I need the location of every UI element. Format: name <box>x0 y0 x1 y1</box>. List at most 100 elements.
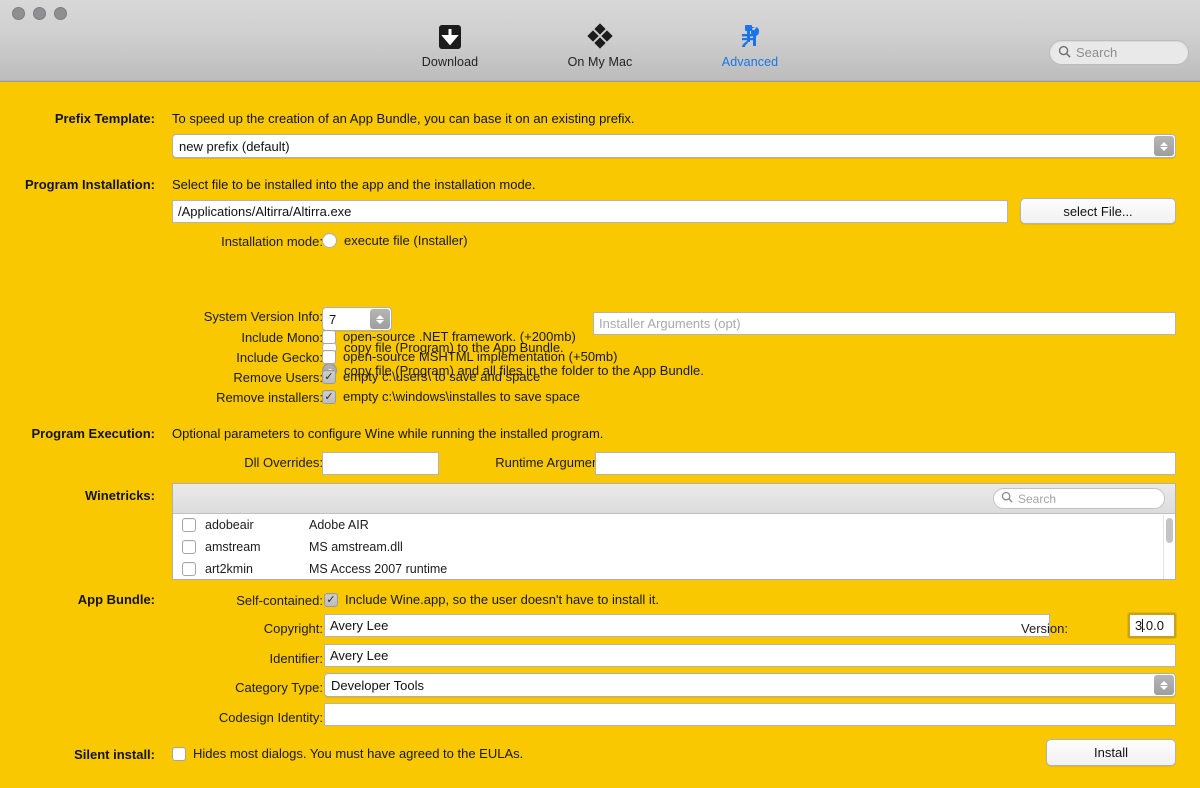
version-input[interactable]: 3.0.0 <box>1128 613 1176 638</box>
winetrick-description: MS amstream.dll <box>309 540 403 554</box>
copyright-label: Copyright: <box>40 621 323 636</box>
search-icon <box>1001 491 1013 506</box>
silent-install-row[interactable]: Hides most dialogs. You must have agreed… <box>172 746 523 761</box>
include-mono-text: open-source .NET framework. (+200mb) <box>343 329 576 344</box>
toolbar: Download On My Mac <box>0 22 1200 69</box>
prefix-template-label: Prefix Template: <box>0 111 155 126</box>
checkbox-include-mono[interactable] <box>322 330 336 344</box>
minimize-button[interactable] <box>33 7 46 20</box>
category-type-label: Category Type: <box>40 680 323 695</box>
category-type-select[interactable]: Developer Tools <box>324 673 1176 697</box>
zoom-button[interactable] <box>54 7 67 20</box>
close-button[interactable] <box>12 7 25 20</box>
include-gecko-label: Include Gecko: <box>40 350 323 365</box>
winetricks-list[interactable]: adobeair Adobe AIR amstream MS amstream.… <box>173 514 1175 580</box>
include-mono-row[interactable]: open-source .NET framework. (+200mb) <box>322 329 576 344</box>
remove-installers-row[interactable]: empty c:\windows\installes to save space <box>322 389 580 404</box>
self-contained-label: Self-contained: <box>40 593 323 608</box>
download-icon <box>436 22 464 52</box>
winetricks-label: Winetricks: <box>0 488 155 503</box>
prefix-template-stepper[interactable] <box>1154 136 1174 156</box>
wrench-screwdriver-icon <box>736 22 764 52</box>
remove-users-text: empty c:\users\ to save and space <box>343 369 540 384</box>
checkbox-remove-users[interactable] <box>322 370 336 384</box>
installation-mode-option-execute[interactable]: execute file (Installer) <box>322 233 468 248</box>
checkbox-include-gecko[interactable] <box>322 350 336 364</box>
system-version-info-label: System Version Info: <box>40 309 323 324</box>
silent-install-label: Silent install: <box>0 747 155 762</box>
winetricks-panel: Search adobeair Adobe AIR amstream MS am… <box>172 483 1176 580</box>
system-version-select[interactable]: 7 <box>322 307 392 331</box>
identifier-input[interactable]: Avery Lee <box>324 644 1176 667</box>
identifier-label: Identifier: <box>40 651 323 666</box>
remove-users-label: Remove Users: <box>40 370 323 385</box>
remove-installers-label: Remove installers: <box>40 390 323 405</box>
winetrick-description: MS Access 2007 runtime <box>309 562 447 576</box>
remove-users-row[interactable]: empty c:\users\ to save and space <box>322 369 540 384</box>
program-installation-label: Program Installation: <box>0 177 155 192</box>
codesign-identity-label: Codesign Identity: <box>40 710 323 725</box>
self-contained-row[interactable]: Include Wine.app, so the user doesn't ha… <box>324 592 659 607</box>
app-window: Download On My Mac <box>0 0 1200 788</box>
include-gecko-text: open-source MSHTML implementation (+50mb… <box>343 349 617 364</box>
winetricks-header: Search <box>173 484 1175 514</box>
scrollbar-thumb[interactable] <box>1166 518 1173 543</box>
radio-execute-file[interactable] <box>322 233 337 248</box>
system-version-stepper[interactable] <box>370 309 390 329</box>
select-file-button[interactable]: select File... <box>1020 198 1176 224</box>
checkbox-silent-install[interactable] <box>172 747 186 761</box>
program-installation-description: Select file to be installed into the app… <box>172 177 536 192</box>
toolbar-item-download-label: Download <box>422 55 478 69</box>
toolbar-item-download[interactable]: Download <box>399 22 501 69</box>
checkbox-winetrick-adobeair[interactable] <box>182 518 196 532</box>
system-version-value: 7 <box>329 312 336 327</box>
winetricks-search-field[interactable]: Search <box>993 488 1165 509</box>
list-item[interactable]: amstream MS amstream.dll <box>173 536 1175 558</box>
prefix-template-value: new prefix (default) <box>179 139 290 154</box>
silent-install-text: Hides most dialogs. You must have agreed… <box>193 746 523 761</box>
self-contained-text: Include Wine.app, so the user doesn't ha… <box>345 592 659 607</box>
toolbar-search-placeholder: Search <box>1076 45 1117 60</box>
program-file-path-input[interactable]: /Applications/Altirra/Altirra.exe <box>172 200 1008 223</box>
version-value-after-caret: .0.0 <box>1142 618 1164 633</box>
category-type-stepper[interactable] <box>1154 675 1174 695</box>
toolbar-item-advanced-label: Advanced <box>722 55 778 69</box>
title-bar: Download On My Mac <box>0 0 1200 82</box>
winetrick-key: amstream <box>205 540 300 554</box>
checkbox-self-contained[interactable] <box>324 593 338 607</box>
install-button[interactable]: Install <box>1046 739 1176 766</box>
toolbar-item-on-my-mac[interactable]: On My Mac <box>549 22 651 69</box>
toolbar-search-field[interactable]: Search <box>1049 40 1189 65</box>
installation-mode-option-execute-label: execute file (Installer) <box>344 233 468 248</box>
runtime-arguments-input[interactable] <box>595 452 1176 475</box>
advanced-pane: Prefix Template: To speed up the creatio… <box>0 82 1200 788</box>
prefix-template-select[interactable]: new prefix (default) <box>172 134 1176 158</box>
program-execution-label: Program Execution: <box>0 426 155 441</box>
list-item[interactable]: art2kmin MS Access 2007 runtime <box>173 558 1175 580</box>
version-label: Version: <box>948 621 1068 636</box>
installation-mode-label: Installation mode: <box>40 234 323 249</box>
toolbar-item-on-my-mac-label: On My Mac <box>568 55 633 69</box>
runtime-arguments-label: Runtime Arguments: <box>330 455 613 470</box>
installer-arguments-input[interactable]: Installer Arguments (opt) <box>593 312 1176 335</box>
list-item[interactable]: adobeair Adobe AIR <box>173 514 1175 536</box>
copyright-input[interactable]: Avery Lee <box>324 614 1050 637</box>
winetrick-key: adobeair <box>205 518 300 532</box>
checkbox-winetrick-art2kmin[interactable] <box>182 562 196 576</box>
prefix-template-description: To speed up the creation of an App Bundl… <box>172 111 635 126</box>
include-gecko-row[interactable]: open-source MSHTML implementation (+50mb… <box>322 349 617 364</box>
remove-installers-text: empty c:\windows\installes to save space <box>343 389 580 404</box>
winetricks-scrollbar[interactable] <box>1163 515 1174 579</box>
program-execution-description: Optional parameters to configure Wine wh… <box>172 426 603 441</box>
codesign-identity-input[interactable] <box>324 703 1176 726</box>
winetrick-key: art2kmin <box>205 562 300 576</box>
include-mono-label: Include Mono: <box>40 330 323 345</box>
checkbox-remove-installers[interactable] <box>322 390 336 404</box>
dll-overrides-label: Dll Overrides: <box>40 455 323 470</box>
traffic-lights <box>12 7 67 20</box>
winetrick-description: Adobe AIR <box>309 518 369 532</box>
search-icon <box>1058 45 1071 61</box>
category-type-value: Developer Tools <box>331 678 424 693</box>
toolbar-item-advanced[interactable]: Advanced <box>699 22 801 69</box>
checkbox-winetrick-amstream[interactable] <box>182 540 196 554</box>
